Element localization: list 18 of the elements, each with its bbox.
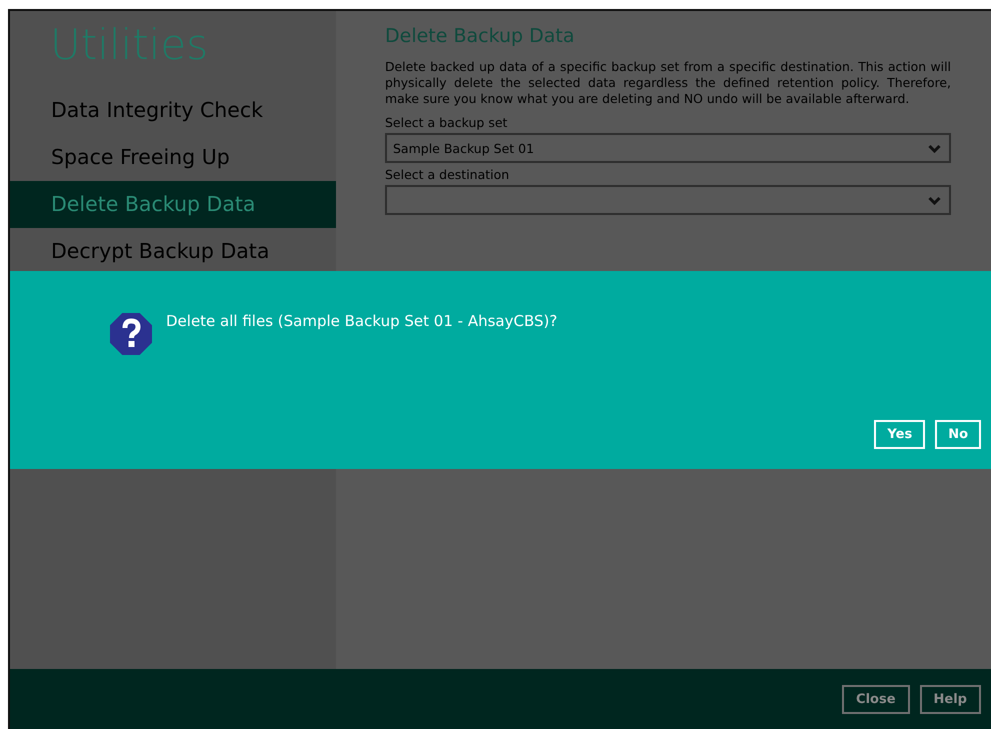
description-text: Delete backed up data of a specific backup set from a specific destination. This action will physically delete the selected data regardless the defined retention policy. Therefore, make sure you know what you are deleting and NO undo will be available afterward. [385, 59, 951, 107]
sidebar-item[interactable]: Decrypt Backup Data [10, 228, 336, 275]
footer-button[interactable]: Close [842, 684, 910, 714]
dialog-button[interactable]: Yes [874, 420, 926, 449]
sidebar-item[interactable]: Data Integrity Check [10, 87, 336, 134]
page-heading: Delete Backup Data [385, 25, 576, 47]
field-label: Select a destination [385, 167, 510, 182]
sidebar-item[interactable]: Delete Backup Data [10, 181, 336, 228]
sidebar-item[interactable]: Space Freeing Up [10, 134, 336, 181]
dialog-message: Delete all files (Sample Backup Set 01 - AhsayCBS)? [166, 311, 558, 330]
dialog-button[interactable]: No [935, 420, 981, 449]
question-icon [110, 313, 152, 355]
dropdown-field[interactable]: Sample Backup Set 01 [385, 133, 951, 163]
footer-button[interactable]: Help [920, 684, 981, 714]
chevron-down-icon [928, 196, 941, 204]
dropdown-field[interactable] [385, 185, 951, 215]
field-label: Select a backup set [385, 115, 508, 130]
chevron-down-icon [928, 144, 941, 152]
